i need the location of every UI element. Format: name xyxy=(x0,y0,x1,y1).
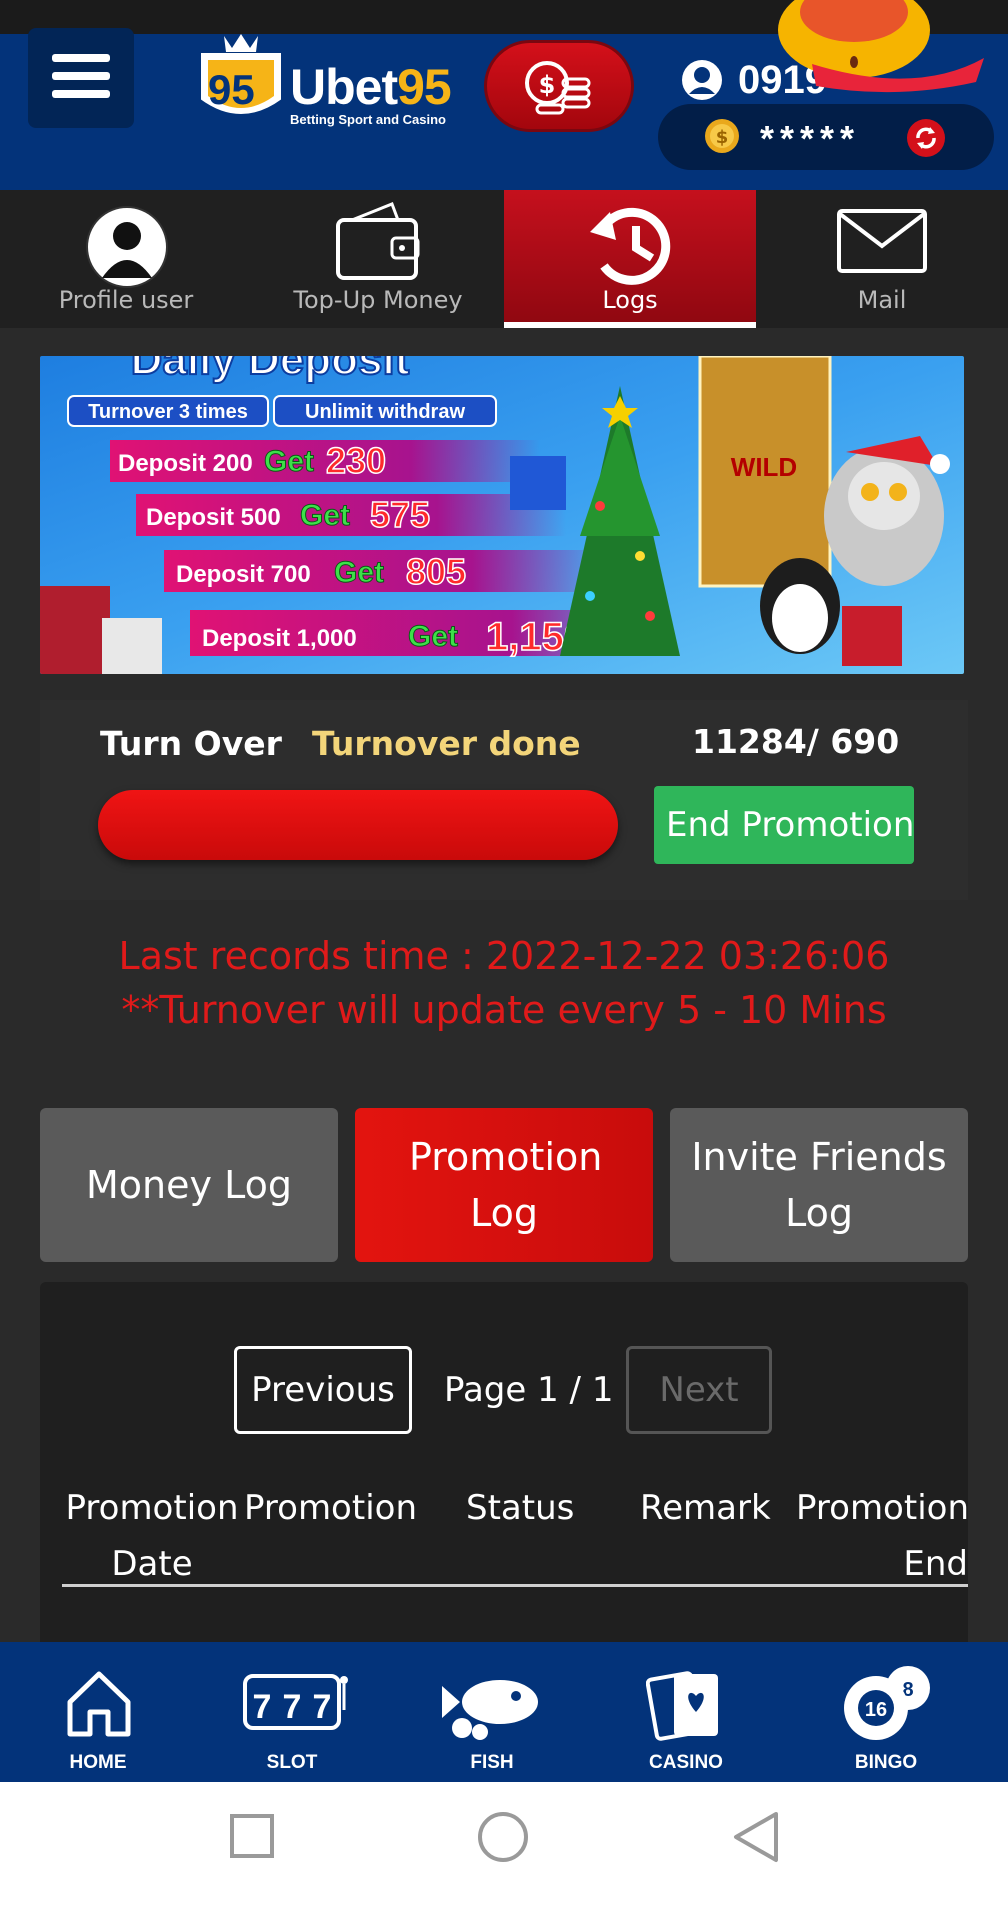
svg-text:Deposit 1,000: Deposit 1,000 xyxy=(202,625,357,652)
column-header-promotion-end: Promotion End xyxy=(796,1488,968,1584)
promotion-log-button[interactable]: Promotion Log xyxy=(355,1108,653,1262)
bingo-balls-icon: 8 16 xyxy=(844,1666,930,1740)
svg-text:7: 7 xyxy=(253,1688,272,1726)
next-page-button[interactable]: Next xyxy=(626,1346,772,1434)
svg-text:805: 805 xyxy=(406,551,466,592)
banner-tag-turnover: Turnover 3 times xyxy=(88,401,248,423)
tab-top-up-money[interactable]: Top-Up Money xyxy=(252,190,504,328)
history-icon xyxy=(590,207,671,285)
daily-deposit-banner[interactable]: Daily Deposit Turnover 3 times Unlimit w… xyxy=(40,356,964,674)
tab-mail[interactable]: Mail xyxy=(756,190,1008,328)
end-promotion-button[interactable]: End Promotion xyxy=(654,786,914,864)
logo-brand: Ubet95 xyxy=(290,59,452,115)
tab-logs[interactable]: Logs xyxy=(504,190,756,328)
nav-home-label: HOME xyxy=(69,1752,127,1773)
menu-button[interactable] xyxy=(28,28,134,128)
svg-text:7: 7 xyxy=(313,1688,332,1726)
tab-label: Logs xyxy=(602,286,658,314)
user-icon xyxy=(680,58,724,102)
turnover-status: Turnover done xyxy=(312,724,581,763)
mail-icon xyxy=(837,209,927,273)
nav-bingo[interactable]: 8 16 BINGO xyxy=(796,1642,976,1782)
promotion-log-label: Promotion Log xyxy=(409,1135,603,1235)
home-icon xyxy=(67,1671,131,1737)
fish-icon xyxy=(442,1680,538,1740)
money-log-label: Money Log xyxy=(86,1163,292,1207)
nav-slot-label: SLOT xyxy=(266,1752,318,1773)
last-records-time: Last records time : 2022-12-22 03:26:06 xyxy=(118,934,890,978)
svg-text:WILD: WILD xyxy=(731,452,797,482)
previous-page-button[interactable]: Previous xyxy=(234,1346,412,1434)
svg-text:Deposit 700: Deposit 700 xyxy=(176,561,311,588)
home-circle-icon[interactable] xyxy=(476,1810,530,1864)
column-header-status: Status xyxy=(466,1488,575,1528)
column-header-remark: Remark xyxy=(640,1488,771,1528)
page-indicator: Page 1 / 1 xyxy=(444,1370,614,1410)
column-header-promotion: Promotion xyxy=(244,1488,417,1528)
nav-bingo-label: BINGO xyxy=(854,1752,918,1773)
slot-777-icon: 7 7 7 xyxy=(243,1674,348,1730)
nav-home[interactable]: HOME xyxy=(8,1642,188,1782)
svg-text:Get: Get xyxy=(264,445,314,478)
banner-title: Daily Deposit xyxy=(131,356,410,384)
nav-casino-label: CASINO xyxy=(649,1752,723,1773)
svg-text:16: 16 xyxy=(865,1699,887,1721)
turnover-progress-bar xyxy=(98,790,618,860)
tab-label: Profile user xyxy=(58,286,194,314)
tab-profile-user[interactable]: Profile user xyxy=(0,190,252,328)
menu-icon xyxy=(52,54,110,62)
user-icon xyxy=(86,206,168,288)
tab-label: Top-Up Money xyxy=(293,286,463,314)
svg-text:230: 230 xyxy=(326,440,386,481)
nav-fish[interactable]: FISH xyxy=(402,1642,582,1782)
turnover-update-note: **Turnover will update every 5 - 10 Mins xyxy=(121,988,887,1032)
svg-text:7: 7 xyxy=(283,1688,302,1726)
money-log-button[interactable]: Money Log xyxy=(40,1108,338,1262)
svg-text:$: $ xyxy=(716,127,729,148)
svg-text:Get: Get xyxy=(334,556,384,589)
turnover-label: Turn Over xyxy=(100,724,282,763)
system-navigation-bar xyxy=(0,1782,1008,1915)
nav-slot[interactable]: 7 7 7 SLOT xyxy=(202,1642,382,1782)
coins-icon: $ xyxy=(525,61,591,115)
column-header-promotion-date: Promotion Date xyxy=(65,1488,239,1584)
cards-icon xyxy=(646,1671,718,1741)
tab-label: Mail xyxy=(857,286,907,314)
svg-text:$: $ xyxy=(539,71,556,99)
banner-tag-withdraw: Unlimit withdraw xyxy=(305,401,465,423)
svg-text:Deposit 200: Deposit 200 xyxy=(118,450,253,477)
svg-text:Get: Get xyxy=(300,499,350,532)
logo-tagline: Betting Sport and Casino xyxy=(290,112,446,127)
coin-icon: $ xyxy=(704,118,740,154)
svg-text:Deposit 500: Deposit 500 xyxy=(146,504,281,531)
svg-text:575: 575 xyxy=(370,494,430,535)
invite-friends-log-button[interactable]: Invite Friends Log xyxy=(670,1108,968,1262)
back-triangle-icon[interactable] xyxy=(730,1810,782,1864)
recents-icon[interactable] xyxy=(228,1812,276,1860)
invite-friends-log-label: Invite Friends Log xyxy=(691,1135,947,1235)
deposit-coins-button[interactable]: $ xyxy=(484,40,634,132)
nav-fish-label: FISH xyxy=(470,1752,514,1773)
nav-casino[interactable]: CASINO xyxy=(596,1642,776,1782)
refresh-icon xyxy=(907,119,945,157)
privacy-sticker xyxy=(776,0,984,93)
logo-number: 95 xyxy=(208,66,255,113)
table-header-divider xyxy=(62,1584,968,1587)
wallet-icon xyxy=(336,202,420,280)
turnover-count: 11284/ 690 xyxy=(692,722,900,761)
balance-mask: ***** xyxy=(760,118,861,159)
svg-text:Get: Get xyxy=(408,620,458,653)
active-tab-indicator xyxy=(504,322,756,328)
refresh-balance-button[interactable] xyxy=(906,118,946,158)
